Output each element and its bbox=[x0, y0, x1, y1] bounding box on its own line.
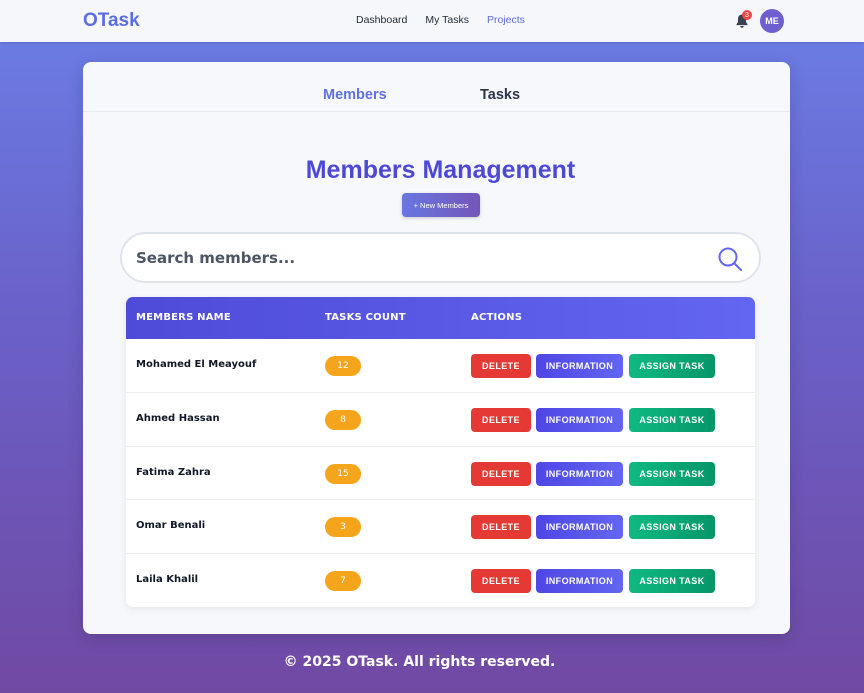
member-name: Laila Khalil bbox=[136, 574, 199, 586]
tasks-count-badge: 15 bbox=[325, 463, 361, 484]
assign-task-button[interactable]: ASSIGN TASK bbox=[629, 515, 715, 540]
column-header-actions: ACTIONS bbox=[471, 312, 523, 323]
delete-button[interactable]: DELETE bbox=[471, 569, 531, 594]
members-card: Members Tasks Members Management + New M… bbox=[83, 62, 790, 634]
tab-tasks[interactable]: Tasks bbox=[480, 87, 520, 103]
delete-button[interactable]: DELETE bbox=[471, 461, 531, 486]
delete-button[interactable]: DELETE bbox=[471, 515, 531, 540]
column-header-count: TASKS COUNT bbox=[325, 312, 406, 323]
footer-copyright: © 2025 OTask. All rights reserved. bbox=[283, 654, 556, 670]
search-bar bbox=[120, 232, 761, 283]
delete-button[interactable]: DELETE bbox=[471, 407, 531, 432]
members-table: MEMBERS NAME TASKS COUNT ACTIONS Mohamed… bbox=[126, 297, 755, 607]
member-name: Mohamed El Meayouf bbox=[136, 359, 257, 370]
tasks-count-badge: 3 bbox=[325, 517, 361, 538]
assign-task-button[interactable]: ASSIGN TASK bbox=[629, 461, 715, 486]
tasks-count-badge: 12 bbox=[325, 356, 361, 376]
page-title: Members Management bbox=[305, 156, 576, 184]
table-row: Ahmed Hassan 8 DELETE INFORMATION ASSIGN… bbox=[126, 393, 755, 447]
tasks-count-badge: 7 bbox=[325, 571, 361, 592]
avatar[interactable]: ME bbox=[760, 9, 784, 33]
notification-badge: 3 bbox=[742, 10, 752, 20]
information-button[interactable]: INFORMATION bbox=[536, 407, 623, 432]
brand-logo[interactable]: OTask bbox=[83, 10, 140, 32]
tab-bar: Members Tasks bbox=[83, 62, 790, 112]
assign-task-button[interactable]: ASSIGN TASK bbox=[629, 354, 715, 378]
information-button[interactable]: INFORMATION bbox=[536, 569, 623, 594]
table-row: Laila Khalil 7 DELETE INFORMATION ASSIGN… bbox=[126, 554, 755, 607]
table-header: MEMBERS NAME TASKS COUNT ACTIONS bbox=[126, 297, 755, 339]
information-button[interactable]: INFORMATION bbox=[536, 515, 623, 540]
search-input[interactable] bbox=[136, 246, 696, 270]
member-name: Fatima Zahra bbox=[136, 466, 211, 478]
nav-link-my-tasks[interactable]: My Tasks bbox=[425, 14, 469, 26]
new-members-button[interactable]: + New Members bbox=[402, 193, 480, 217]
information-button[interactable]: INFORMATION bbox=[536, 354, 623, 378]
tasks-count-badge: 8 bbox=[325, 409, 361, 430]
tab-members[interactable]: Members bbox=[323, 87, 387, 103]
member-name: Omar Benali bbox=[136, 520, 206, 532]
top-navbar: OTask Dashboard My Tasks Projects 3 ME bbox=[0, 0, 864, 42]
column-header-name: MEMBERS NAME bbox=[136, 312, 231, 323]
table-row: Fatima Zahra 15 DELETE INFORMATION ASSIG… bbox=[126, 447, 755, 501]
search-icon[interactable] bbox=[717, 246, 743, 272]
assign-task-button[interactable]: ASSIGN TASK bbox=[629, 407, 715, 432]
table-row: Omar Benali 3 DELETE INFORMATION ASSIGN … bbox=[126, 500, 755, 555]
assign-task-button[interactable]: ASSIGN TASK bbox=[629, 569, 715, 594]
member-name: Ahmed Hassan bbox=[136, 412, 220, 424]
table-row: Mohamed El Meayouf 12 DELETE INFORMATION… bbox=[126, 339, 755, 393]
delete-button[interactable]: DELETE bbox=[471, 354, 531, 378]
nav-link-projects[interactable]: Projects bbox=[487, 14, 525, 26]
information-button[interactable]: INFORMATION bbox=[536, 461, 623, 486]
main-nav: Dashboard My Tasks Projects bbox=[356, 14, 525, 26]
nav-link-dashboard[interactable]: Dashboard bbox=[356, 14, 407, 26]
